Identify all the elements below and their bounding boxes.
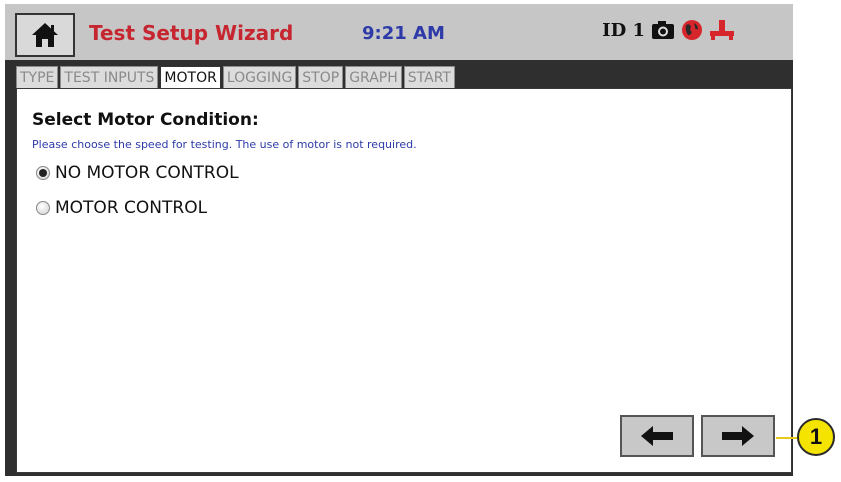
section-heading: Select Motor Condition:	[32, 110, 259, 130]
app-title: Test Setup Wizard	[89, 21, 294, 45]
arrow-left-icon	[641, 426, 673, 446]
tab-motor[interactable]: MOTOR	[160, 66, 221, 88]
tab-graph[interactable]: GRAPH	[345, 66, 402, 88]
load-frame-icon[interactable]	[709, 19, 735, 41]
back-button[interactable]	[620, 415, 694, 457]
option-motor-control[interactable]: MOTOR CONTROL	[36, 198, 207, 218]
instruction-text: Please choose the speed for testing. The…	[32, 138, 417, 151]
motor-panel: Select Motor Condition: Please choose th…	[16, 88, 792, 473]
tab-start[interactable]: START	[403, 66, 455, 88]
next-button[interactable]	[701, 415, 775, 457]
globe-icon[interactable]	[681, 19, 703, 41]
status-area: ID 1	[602, 19, 735, 41]
home-icon	[32, 23, 58, 47]
tab-stop[interactable]: STOP	[298, 66, 344, 88]
home-button[interactable]	[15, 13, 75, 57]
camera-icon[interactable]	[651, 20, 675, 40]
title-bar: Test Setup Wizard 9:21 AM ID 1	[5, 4, 793, 60]
tab-test-inputs[interactable]: TEST INPUTS	[60, 66, 159, 88]
tab-logging[interactable]: LOGGING	[222, 66, 297, 88]
callout-badge: 1	[797, 418, 835, 456]
device-id: ID 1	[602, 19, 645, 41]
arrow-right-icon	[722, 426, 754, 446]
radio-no-motor-control[interactable]	[36, 166, 50, 180]
radio-motor-control[interactable]	[36, 201, 50, 215]
option-no-motor-control[interactable]: NO MOTOR CONTROL	[36, 163, 239, 183]
option-label: MOTOR CONTROL	[55, 198, 208, 218]
tab-type[interactable]: TYPE	[16, 66, 59, 88]
wizard-tabs: TYPE TEST INPUTS MOTOR LOGGING STOP GRAP…	[16, 66, 455, 88]
option-label: NO MOTOR CONTROL	[55, 163, 239, 183]
clock: 9:21 AM	[362, 23, 445, 44]
